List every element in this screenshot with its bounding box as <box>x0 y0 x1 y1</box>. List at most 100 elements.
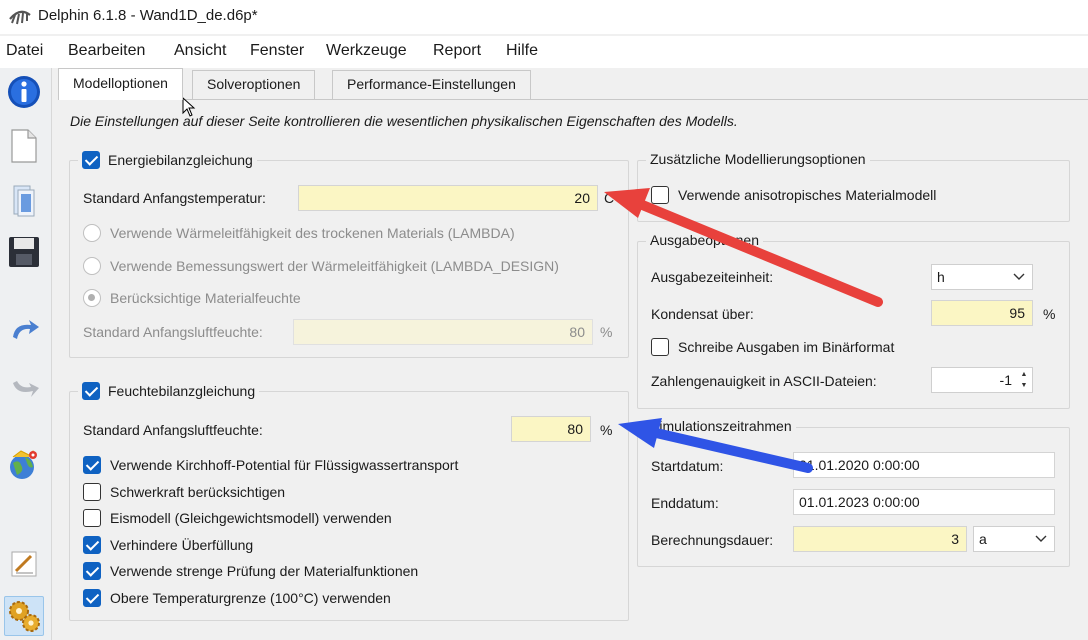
redo-button[interactable] <box>4 366 44 406</box>
moisture-balance-label: Feuchtebilanzgleichung <box>108 383 256 399</box>
redo-icon <box>13 381 39 397</box>
menu-werkzeuge[interactable]: Werkzeuge <box>326 42 407 60</box>
moisture-option-gravity[interactable]: Schwerkraft berücksichtigen <box>83 482 286 501</box>
model-settings-button[interactable] <box>4 596 44 636</box>
energy-balance-group: Energiebilanzgleichung Standard Anfangst… <box>69 151 629 358</box>
anisotropic-checkbox[interactable] <box>651 186 669 204</box>
moisture-option-ice-model-label: Eismodell (Gleichgewichtsmodell) verwend… <box>110 510 392 526</box>
spin-arrows[interactable]: ▲ ▼ <box>1018 370 1030 390</box>
save-icon <box>9 237 39 267</box>
menu-report[interactable]: Report <box>433 42 481 60</box>
new-file-icon <box>11 129 37 163</box>
output-time-unit-select[interactable]: h <box>931 264 1033 290</box>
open-file-icon <box>13 185 35 217</box>
undo-button[interactable] <box>4 312 44 352</box>
moisture-balance-title: Feuchtebilanzgleichung <box>78 382 260 400</box>
undo-icon <box>13 320 39 339</box>
new-file-button[interactable] <box>4 126 44 166</box>
settings-gears-icon <box>9 601 40 632</box>
ascii-precision-value: -1 <box>999 372 1012 388</box>
menu-bearbeiten[interactable]: Bearbeiten <box>68 42 145 60</box>
moisture-option-temp-limit-label: Obere Temperaturgrenze (100°C) verwenden <box>110 589 391 606</box>
output-options-group: Ausgabeoptionen Ausgabezeiteinheit: h Ko… <box>637 232 1070 409</box>
edit-button[interactable] <box>4 544 44 584</box>
moisture-option-kirchhoff-label: Verwende Kirchhoff-Potential für Flüssig… <box>110 457 459 473</box>
ascii-precision-spinbox[interactable]: -1 ▲ ▼ <box>931 367 1033 393</box>
output-time-unit-label: Ausgabezeiteinheit: <box>651 269 774 285</box>
moisture-balance-checkbox[interactable] <box>82 382 100 400</box>
energy-init-rh-unit: % <box>600 324 613 340</box>
duration-unit-select[interactable]: a <box>973 526 1055 552</box>
save-button[interactable] <box>4 232 44 272</box>
globe-location-icon <box>10 450 37 479</box>
radio-material-moisture[interactable] <box>83 289 101 307</box>
menu-hilfe[interactable]: Hilfe <box>506 42 538 60</box>
spin-down-icon[interactable]: ▼ <box>1021 381 1028 390</box>
radio-lambda-design-row[interactable]: Verwende Bemessungswert der Wärmeleitfäh… <box>83 257 559 275</box>
window-title: Delphin 6.1.8 - Wand1D_de.d6p* <box>38 7 258 24</box>
duration-input[interactable]: 3 <box>793 526 967 552</box>
moisture-option-gravity-checkbox[interactable] <box>83 482 101 501</box>
condensate-input[interactable]: 95 <box>931 300 1033 326</box>
menu-datei[interactable]: Datei <box>6 42 43 60</box>
output-options-title: Ausgabeoptionen <box>646 232 763 248</box>
start-date-label: Startdatum: <box>651 458 724 474</box>
ascii-precision-label: Zahlengenauigkeit in ASCII-Dateien: <box>651 373 877 389</box>
menu-ansicht[interactable]: Ansicht <box>174 42 226 60</box>
init-temp-unit: C <box>604 190 615 206</box>
moisture-option-temp-limit-checkbox[interactable] <box>83 588 101 607</box>
radio-lambda[interactable] <box>83 224 101 242</box>
delphin-app-icon <box>9 10 31 25</box>
radio-lambda-label: Verwende Wärmeleitfähigkeit des trockene… <box>110 225 515 241</box>
moisture-init-rh-unit: % <box>600 422 613 438</box>
init-temp-input[interactable]: 20 <box>298 185 598 211</box>
moisture-option-prevent-overflow-checkbox[interactable] <box>83 535 101 554</box>
moisture-option-strict-material-check[interactable]: Verwende strenge Prüfung der Materialfun… <box>83 562 418 580</box>
radio-lambda-row[interactable]: Verwende Wärmeleitfähigkeit des trockene… <box>83 224 515 242</box>
simulation-timeframe-group: Simulationszeitrahmen Startdatum: 01.01.… <box>637 418 1070 567</box>
simulation-timeframe-title: Simulationszeitrahmen <box>646 418 796 434</box>
end-date-label: Enddatum: <box>651 495 719 511</box>
additional-options-group: Zusätzliche Modellierungsoptionen Verwen… <box>637 151 1070 222</box>
moisture-option-ice-model-checkbox[interactable] <box>83 509 101 527</box>
radio-material-moisture-label: Berücksichtige Materialfeuchte <box>110 290 301 306</box>
globe-location-button[interactable] <box>4 444 44 484</box>
moisture-option-prevent-overflow[interactable]: Verhindere Überfüllung <box>83 535 253 554</box>
binary-output-checkbox[interactable] <box>651 338 669 356</box>
tab-performance-einstellungen[interactable]: Performance-Einstellungen <box>332 70 531 99</box>
edit-icon <box>11 551 37 577</box>
energy-balance-checkbox[interactable] <box>82 151 100 169</box>
modelloptionen-page: Die Einstellungen auf dieser Seite kontr… <box>58 99 1088 640</box>
info-button[interactable] <box>4 72 44 112</box>
moisture-option-gravity-label: Schwerkraft berücksichtigen <box>110 483 286 500</box>
moisture-option-kirchhoff[interactable]: Verwende Kirchhoff-Potential für Flüssig… <box>83 456 458 474</box>
menu-fenster[interactable]: Fenster <box>250 42 304 60</box>
energy-init-rh-input[interactable]: 80 <box>293 319 593 345</box>
moisture-option-ice-model[interactable]: Eismodell (Gleichgewichtsmodell) verwend… <box>83 509 392 527</box>
start-date-input[interactable]: 01.01.2020 0:00:00 <box>793 452 1055 478</box>
main-panel: Modelloptionen Solveroptionen Performanc… <box>56 68 1088 640</box>
spin-up-icon[interactable]: ▲ <box>1021 370 1028 379</box>
moisture-init-rh-input[interactable]: 80 <box>511 416 591 442</box>
moisture-option-kirchhoff-checkbox[interactable] <box>83 456 101 474</box>
moisture-option-temp-limit[interactable]: Obere Temperaturgrenze (100°C) verwenden <box>83 588 391 607</box>
duration-label: Berechnungsdauer: <box>651 532 774 548</box>
open-file-button[interactable] <box>4 180 44 220</box>
energy-init-rh-label: Standard Anfangsluftfeuchte: <box>83 324 263 340</box>
radio-moisture-row[interactable]: Berücksichtige Materialfeuchte <box>83 289 301 307</box>
binary-output-row[interactable]: Schreibe Ausgaben im Binärformat <box>651 338 894 356</box>
init-temp-label: Standard Anfangstemperatur: <box>83 190 266 206</box>
info-icon <box>8 76 40 108</box>
moisture-init-rh-label: Standard Anfangsluftfeuchte: <box>83 422 263 438</box>
end-date-input[interactable]: 01.01.2023 0:00:00 <box>793 489 1055 515</box>
additional-options-title: Zusätzliche Modellierungsoptionen <box>646 151 870 167</box>
tab-solveroptionen[interactable]: Solveroptionen <box>192 70 316 99</box>
intro-text: Die Einstellungen auf dieser Seite kontr… <box>70 113 738 129</box>
anisotropic-row[interactable]: Verwende anisotropisches Materialmodell <box>651 186 936 204</box>
tab-modelloptionen[interactable]: Modelloptionen <box>58 68 183 100</box>
moisture-option-strict-material-check-checkbox[interactable] <box>83 562 101 580</box>
energy-balance-label: Energiebilanzgleichung <box>108 152 253 168</box>
energy-balance-title: Energiebilanzgleichung <box>78 151 257 169</box>
condensate-unit: % <box>1043 306 1056 322</box>
radio-lambda-design[interactable] <box>83 257 101 275</box>
